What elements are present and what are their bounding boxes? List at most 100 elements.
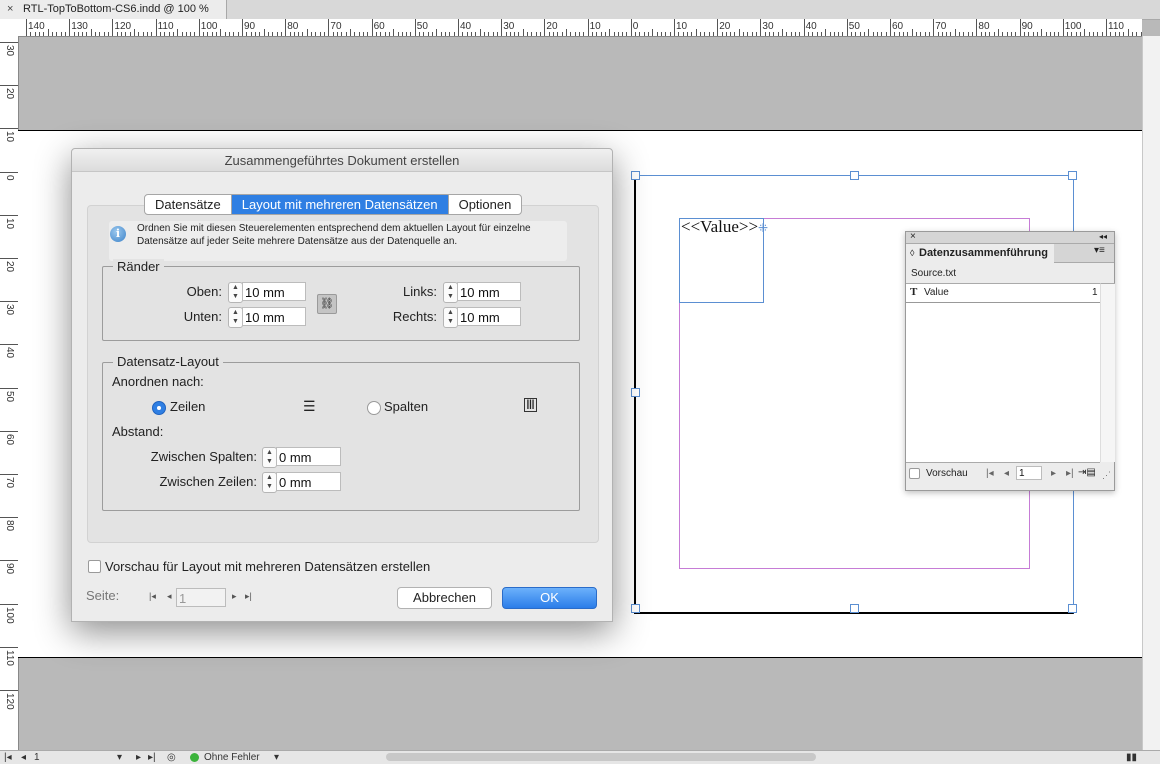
vertical-ruler[interactable]: 30 20 10 0 10 20 30 40 50 60 70 80 90 100 110 120	[0, 36, 19, 750]
ruler-minor-tick	[103, 32, 105, 36]
preflight-status[interactable]: Ohne Fehler	[204, 751, 260, 764]
ruler-minor-tick	[384, 32, 386, 36]
ok-button[interactable]: OK	[502, 587, 597, 609]
panel-resize-icon[interactable]: ⋰	[1102, 470, 1111, 481]
ruler-minor-tick	[388, 32, 390, 36]
field-name: Value	[924, 287, 949, 298]
ruler-minor-tick	[1049, 32, 1051, 36]
field-list-scrollbar[interactable]	[1100, 283, 1115, 462]
left-margin-stepper[interactable]: ▲ ▼	[443, 282, 458, 303]
ruler-minor-tick	[769, 32, 771, 36]
panel-preview-checkbox[interactable]	[909, 468, 920, 479]
field-list[interactable]: T Value 1	[906, 283, 1100, 463]
preview-layout-checkbox[interactable]	[88, 560, 101, 573]
preflight-icon[interactable]: ◎	[167, 751, 176, 764]
panel-header[interactable]: × ◂◂	[906, 231, 1114, 244]
status-page-number[interactable]: 1	[34, 751, 40, 764]
panel-tab[interactable]: ◊ Datenzusammenführung	[906, 244, 1054, 262]
ruler-minor-tick	[540, 32, 542, 36]
page-number-field[interactable]: 1	[176, 588, 226, 607]
dialog-title[interactable]: Zusammengeführtes Dokument erstellen	[72, 149, 612, 172]
ruler-minor-tick	[773, 32, 775, 36]
frame-handle-bottom-right[interactable]	[1068, 604, 1077, 613]
status-page-dropdown-icon[interactable]: ▾	[117, 751, 122, 764]
ruler-minor-tick	[393, 29, 395, 36]
status-first-page-icon[interactable]: |◂	[4, 751, 12, 764]
frame-handle-bottom-left[interactable]	[631, 604, 640, 613]
rows-radio[interactable]	[152, 401, 166, 415]
previous-page-icon[interactable]: ◂	[167, 591, 172, 602]
tab-options[interactable]: Optionen	[449, 195, 522, 214]
next-page-icon[interactable]: ▸	[232, 591, 237, 602]
document-tab[interactable]: × RTL-TopToBottom-CS6.indd @ 100 %	[0, 0, 227, 19]
panel-menu-icon[interactable]: ▾≡	[1094, 245, 1105, 256]
next-record-icon[interactable]: ▸	[1051, 468, 1056, 479]
preflight-dropdown-icon[interactable]: ▾	[274, 751, 279, 764]
horizontal-ruler[interactable]: 140 130 120 110 100 90 80 70 60 50 40 30 20 10 0 10 20 30…	[18, 19, 1142, 37]
record-number-field[interactable]: 1	[1016, 466, 1042, 480]
ruler-label: 80	[978, 21, 990, 32]
frame-handle-middle-left[interactable]	[631, 388, 640, 397]
frame-handle-top-center[interactable]	[850, 171, 859, 180]
document-tab-title: RTL-TopToBottom-CS6.indd @ 100 %	[23, 3, 209, 15]
ruler-minor-tick	[77, 32, 79, 36]
status-next-page-icon[interactable]: ▸	[136, 751, 141, 764]
top-margin-stepper[interactable]: ▲ ▼	[228, 282, 243, 303]
panel-collapse-icon[interactable]: ◂◂	[1099, 232, 1107, 241]
ruler-minor-tick	[298, 32, 300, 36]
ruler-minor-tick	[604, 32, 606, 36]
status-last-page-icon[interactable]: ▸|	[148, 751, 156, 764]
field-row[interactable]: T Value 1	[906, 284, 1100, 303]
between-rows-stepper[interactable]: ▲ ▼	[262, 472, 277, 493]
bottom-margin-stepper[interactable]: ▲ ▼	[228, 307, 243, 328]
ruler-minor-tick	[401, 32, 403, 36]
ruler-minor-tick	[864, 32, 866, 36]
ruler-minor-tick	[721, 32, 723, 36]
between-rows-field[interactable]: 0 mm	[276, 472, 341, 491]
bottom-margin-field[interactable]: 10 mm	[242, 307, 306, 326]
ruler-minor-tick	[1110, 32, 1112, 36]
cancel-button[interactable]: Abbrechen	[397, 587, 492, 609]
last-page-icon[interactable]: ▸|	[245, 591, 252, 602]
panel-close-icon[interactable]: ×	[910, 231, 916, 242]
tab-multiple-record-layout[interactable]: Layout mit mehreren Datensätzen	[231, 195, 449, 214]
ruler-minor-tick	[483, 32, 485, 36]
tab-records[interactable]: Datensätze	[145, 195, 232, 214]
link-margins-icon[interactable]: ⛓	[317, 294, 337, 314]
right-margin-field[interactable]: 10 mm	[457, 307, 521, 326]
ruler-minor-tick	[518, 32, 520, 36]
last-record-icon[interactable]: ▸|	[1066, 468, 1074, 479]
between-columns-field[interactable]: 0 mm	[276, 447, 341, 466]
first-record-icon[interactable]: |◂	[986, 468, 994, 479]
ruler-tick	[285, 19, 287, 36]
ruler-minor-tick	[928, 32, 930, 36]
placeholder-value-text[interactable]: <<Value>>	[681, 217, 758, 237]
view-mode-icon[interactable]: ▮▮	[1126, 751, 1137, 764]
frame-handle-bottom-center[interactable]	[850, 604, 859, 613]
frame-handle-top-left[interactable]	[631, 171, 640, 180]
left-margin-field[interactable]: 10 mm	[457, 282, 521, 301]
ruler-minor-tick	[56, 32, 58, 36]
ruler-minor-tick	[730, 32, 732, 36]
ruler-minor-tick	[216, 32, 218, 36]
columns-radio[interactable]	[367, 401, 381, 415]
status-previous-page-icon[interactable]: ◂	[21, 751, 26, 764]
ruler-minor-tick	[146, 32, 148, 36]
ruler-label: 120	[114, 21, 132, 32]
right-margin-stepper[interactable]: ▲ ▼	[443, 307, 458, 328]
create-merged-document-icon[interactable]: ⇥▤	[1078, 467, 1096, 478]
between-columns-stepper[interactable]: ▲ ▼	[262, 447, 277, 468]
first-page-icon[interactable]: |◂	[149, 591, 156, 602]
previous-record-icon[interactable]: ◂	[1004, 468, 1009, 479]
vertical-scrollbar[interactable]	[1142, 36, 1160, 750]
close-tab-icon[interactable]: ×	[7, 0, 13, 19]
ruler-tick	[0, 430, 18, 432]
horizontal-scrollbar-thumb[interactable]	[386, 753, 816, 761]
ruler-minor-tick	[311, 32, 313, 36]
ruler-label: 100	[4, 606, 15, 624]
top-margin-field[interactable]: 10 mm	[242, 282, 306, 301]
ruler-origin[interactable]	[0, 19, 19, 37]
text-port-icon[interactable]: ⁜	[758, 221, 768, 235]
ruler-minor-tick	[816, 32, 818, 36]
frame-handle-top-right[interactable]	[1068, 171, 1077, 180]
